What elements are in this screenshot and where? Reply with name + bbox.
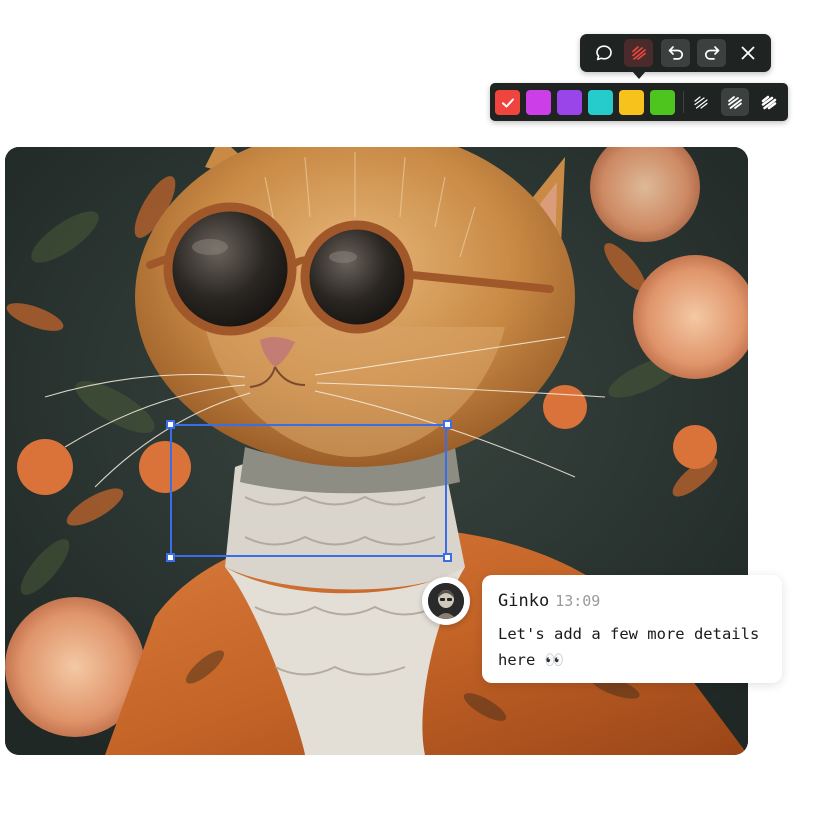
color-swatch-red[interactable] (495, 90, 520, 115)
color-swatch-purple[interactable] (557, 90, 582, 115)
redo-icon (704, 46, 719, 60)
stroke-medium-button[interactable] (721, 88, 749, 116)
undo-button[interactable] (661, 39, 690, 67)
avatar-image (428, 583, 464, 619)
commenter-avatar[interactable] (422, 577, 470, 625)
color-swatch-yellow[interactable] (619, 90, 644, 115)
selection-box[interactable] (170, 424, 447, 557)
scribble-icon (631, 46, 646, 60)
checkmark-icon (501, 98, 514, 107)
resize-handle-bottom-right[interactable] (443, 553, 452, 562)
annotation-toolbar (580, 34, 771, 72)
color-swatch-cyan[interactable] (588, 90, 613, 115)
stroke-thin-button[interactable] (687, 88, 715, 116)
stroke-thick-icon (761, 95, 777, 110)
redo-button[interactable] (697, 39, 726, 67)
resize-handle-bottom-left[interactable] (166, 553, 175, 562)
comment-text: Let's add a few more details here 👀 (498, 625, 760, 669)
resize-handle-top-right[interactable] (443, 420, 452, 429)
stroke-thin-icon (694, 96, 708, 109)
stroke-thick-button[interactable] (755, 88, 783, 116)
comment-author: Ginko (498, 591, 550, 611)
undo-icon (668, 46, 683, 60)
close-button[interactable] (733, 39, 762, 67)
resize-handle-top-left[interactable] (166, 420, 175, 429)
color-swatch-magenta[interactable] (526, 90, 551, 115)
comment-tool-button[interactable] (589, 39, 618, 67)
palette-divider (683, 91, 684, 113)
color-swatch-green[interactable] (650, 90, 675, 115)
comment-timestamp: 13:09 (555, 592, 601, 610)
close-icon (741, 46, 754, 60)
toolbar-pointer (632, 71, 646, 79)
comment-bubble[interactable]: Ginko 13:09 Let's add a few more details … (482, 575, 782, 683)
draw-tool-button[interactable] (624, 39, 653, 67)
speech-bubble-icon (595, 45, 612, 61)
stroke-medium-icon (728, 96, 742, 109)
